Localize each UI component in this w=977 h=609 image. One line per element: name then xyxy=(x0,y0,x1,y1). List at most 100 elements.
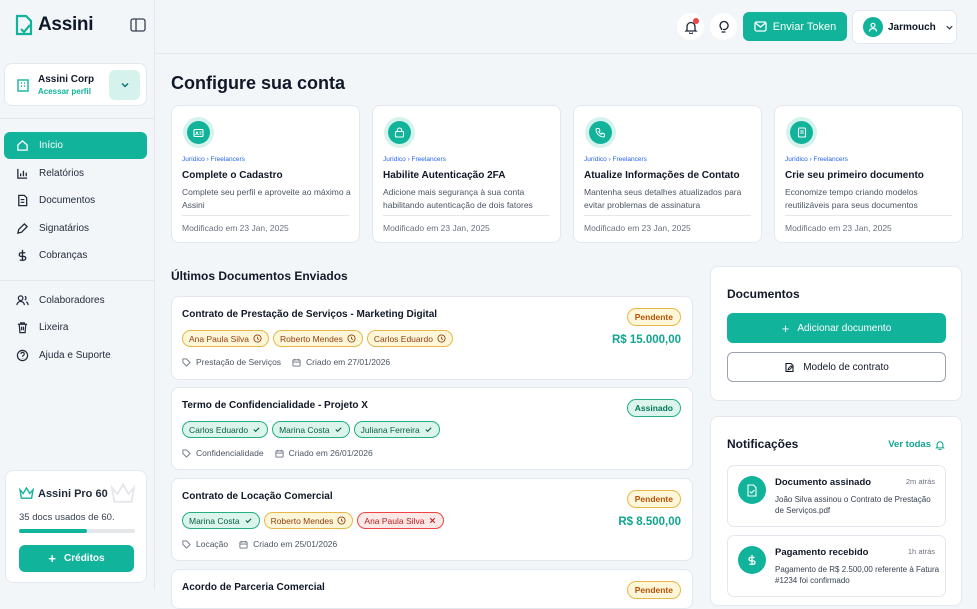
home-icon xyxy=(17,139,28,151)
signer-chip-pending[interactable]: Roberto Mendes xyxy=(273,330,363,347)
mail-icon xyxy=(754,21,767,32)
check-icon xyxy=(425,427,432,433)
notification-description: Pagamento de R$ 2.500,00 referente à Fat… xyxy=(775,565,940,585)
card-description: Economize tempo criando modelos reutiliz… xyxy=(785,187,918,210)
nav-item-colaboradores[interactable]: Colaboradores xyxy=(4,287,147,314)
calendar-icon xyxy=(239,540,248,549)
contract-template-button[interactable]: Modelo de contrato xyxy=(727,352,946,382)
plan-usage: 35 docs usados de 60. xyxy=(19,512,115,523)
calendar-icon xyxy=(275,449,284,458)
bar-chart-icon xyxy=(17,168,28,179)
card-modified: Modificado em 23 Jan, 2025 xyxy=(584,223,691,233)
nav-item-relatorios[interactable]: Relatórios xyxy=(4,160,147,187)
company-dropdown-button[interactable] xyxy=(109,70,140,100)
document-title: Acordo de Parceria Comercial xyxy=(182,582,325,593)
setup-card-profile[interactable]: Jurídico › Freelancers Complete o Cadast… xyxy=(171,105,360,243)
setup-card-contact[interactable]: Jurídico › Freelancers Atualize Informaç… xyxy=(573,105,762,243)
nav-label: Relatórios xyxy=(39,168,85,179)
nav-item-ajuda[interactable]: Ajuda e Suporte xyxy=(4,342,147,369)
crown-watermark-icon xyxy=(110,483,136,503)
logo[interactable]: Assini xyxy=(14,14,94,36)
document-amount: R$ 8.500,00 xyxy=(618,516,681,528)
notifications-panel: Notificações Ver todas Documento assinad… xyxy=(710,416,962,606)
company-switcher[interactable]: Assini Corp Acessar perfil xyxy=(4,63,147,106)
document-row[interactable]: Contrato de Locação Comercial Marina Cos… xyxy=(171,478,693,561)
see-all-label: Ver todas xyxy=(888,439,931,450)
card-breadcrumb: Jurídico › Freelancers xyxy=(383,156,446,163)
nav-item-signatarios[interactable]: Signatários xyxy=(4,215,147,242)
add-document-button[interactable]: + Adicionar documento xyxy=(727,313,946,343)
notifications-button[interactable] xyxy=(677,13,704,40)
notification-icon-wrap xyxy=(738,546,766,574)
card-title: Complete o Cadastro xyxy=(182,170,283,181)
sidebar-toggle-icon[interactable] xyxy=(130,17,146,33)
signer-chip-pending[interactable]: Ana Paula Silva xyxy=(182,330,270,347)
card-icon-wrap xyxy=(384,117,415,148)
signer-chip-signed[interactable]: Marina Costa xyxy=(272,421,350,438)
document-row[interactable]: Contrato de Prestação de Serviços - Mark… xyxy=(171,296,693,380)
clock-icon xyxy=(337,516,346,525)
nav-item-cobrancas[interactable]: Cobranças xyxy=(4,242,147,269)
see-all-link[interactable]: Ver todas xyxy=(888,439,945,450)
signer-chip-pending[interactable]: Carlos Eduardo xyxy=(366,330,453,347)
setup-card-2fa[interactable]: Jurídico › Freelancers Habilite Autentic… xyxy=(372,105,561,243)
nav-item-inicio[interactable]: Início xyxy=(4,132,147,159)
card-description: Adicione mais segurança à sua conta habi… xyxy=(383,187,533,210)
document-created: Criado em 25/01/2026 xyxy=(253,539,338,549)
crown-icon xyxy=(19,487,34,499)
signer-chip-signed[interactable]: Juliana Ferreira xyxy=(353,421,440,438)
setup-card-first-document[interactable]: Jurídico › Freelancers Crie seu primeiro… xyxy=(774,105,963,243)
document-title: Contrato de Locação Comercial xyxy=(182,491,333,502)
calendar-icon xyxy=(292,358,301,367)
status-badge: Pendente xyxy=(626,308,681,326)
user-name: Jarmouch xyxy=(888,21,936,33)
document-row[interactable]: Termo de Confidencialidade - Projeto X C… xyxy=(171,387,693,470)
signer-chip-pending[interactable]: Roberto Mendes xyxy=(263,512,354,529)
card-modified: Modificado em 23 Jan, 2025 xyxy=(383,223,490,233)
card-title: Crie seu primeiro documento xyxy=(785,170,924,181)
dollar-icon xyxy=(748,554,756,566)
signer-list: Carlos Eduardo Marina Costa Juliana Ferr… xyxy=(182,421,440,438)
notification-time: 1h atrás xyxy=(907,547,935,556)
card-breadcrumb: Jurídico › Freelancers xyxy=(584,156,647,163)
document-title: Termo de Confidencialidade - Projeto X xyxy=(182,400,368,411)
card-icon-wrap xyxy=(786,117,817,148)
nav-item-lixeira[interactable]: Lixeira xyxy=(4,314,147,341)
notification-item[interactable]: Pagamento recebido 1h atrás Pagamento de… xyxy=(727,535,946,597)
signer-chip-signed[interactable]: Marina Costa xyxy=(182,512,260,529)
plan-usage-bar xyxy=(19,529,135,533)
avatar xyxy=(863,17,883,37)
document-tag: Confidencialidade xyxy=(196,448,264,458)
notification-item[interactable]: Documento assinado 2m atrás João Silva a… xyxy=(727,465,946,527)
nav-label: Lixeira xyxy=(39,322,69,333)
user-icon xyxy=(868,22,878,32)
x-icon xyxy=(430,517,436,524)
signer-chip-signed[interactable]: Carlos Eduardo xyxy=(182,421,269,438)
document-row[interactable]: Acordo de Parceria Comercial Pendente xyxy=(171,569,693,609)
chevron-down-icon xyxy=(946,25,953,30)
check-icon xyxy=(335,427,342,433)
tag-icon xyxy=(182,357,191,367)
notification-description: João Silva assinou o Contrato de Prestaç… xyxy=(775,495,931,515)
document-tag: Locação xyxy=(196,539,229,549)
nav-label: Início xyxy=(39,140,63,151)
document-meta: Confidencialidade Criado em 26/01/2026 xyxy=(182,448,373,458)
profile-link[interactable]: Acessar perfil xyxy=(38,87,94,96)
nav-item-documentos[interactable]: Documentos xyxy=(4,187,147,214)
notifications-title: Notificações xyxy=(727,437,799,451)
card-title: Atualize Informações de Contato xyxy=(584,170,740,181)
tips-button[interactable] xyxy=(710,13,737,40)
nav-label: Signatários xyxy=(39,223,90,234)
documents-panel-title: Documentos xyxy=(727,287,800,301)
card-title: Habilite Autenticação 2FA xyxy=(383,170,506,181)
user-menu[interactable]: Jarmouch xyxy=(852,10,957,44)
add-document-label: Adicionar documento xyxy=(797,322,892,334)
credits-button[interactable]: + Créditos xyxy=(19,545,134,572)
document-meta: Locação Criado em 25/01/2026 xyxy=(182,539,337,549)
signer-chip-rejected[interactable]: Ana Paula Silva xyxy=(357,512,445,529)
plan-card: Assini Pro 60 35 docs usados de 60. + Cr… xyxy=(5,470,147,583)
send-token-button[interactable]: Enviar Token xyxy=(743,12,847,41)
nav-label: Cobranças xyxy=(39,250,88,261)
check-icon xyxy=(253,427,260,433)
page-title: Configure sua conta xyxy=(171,73,346,93)
